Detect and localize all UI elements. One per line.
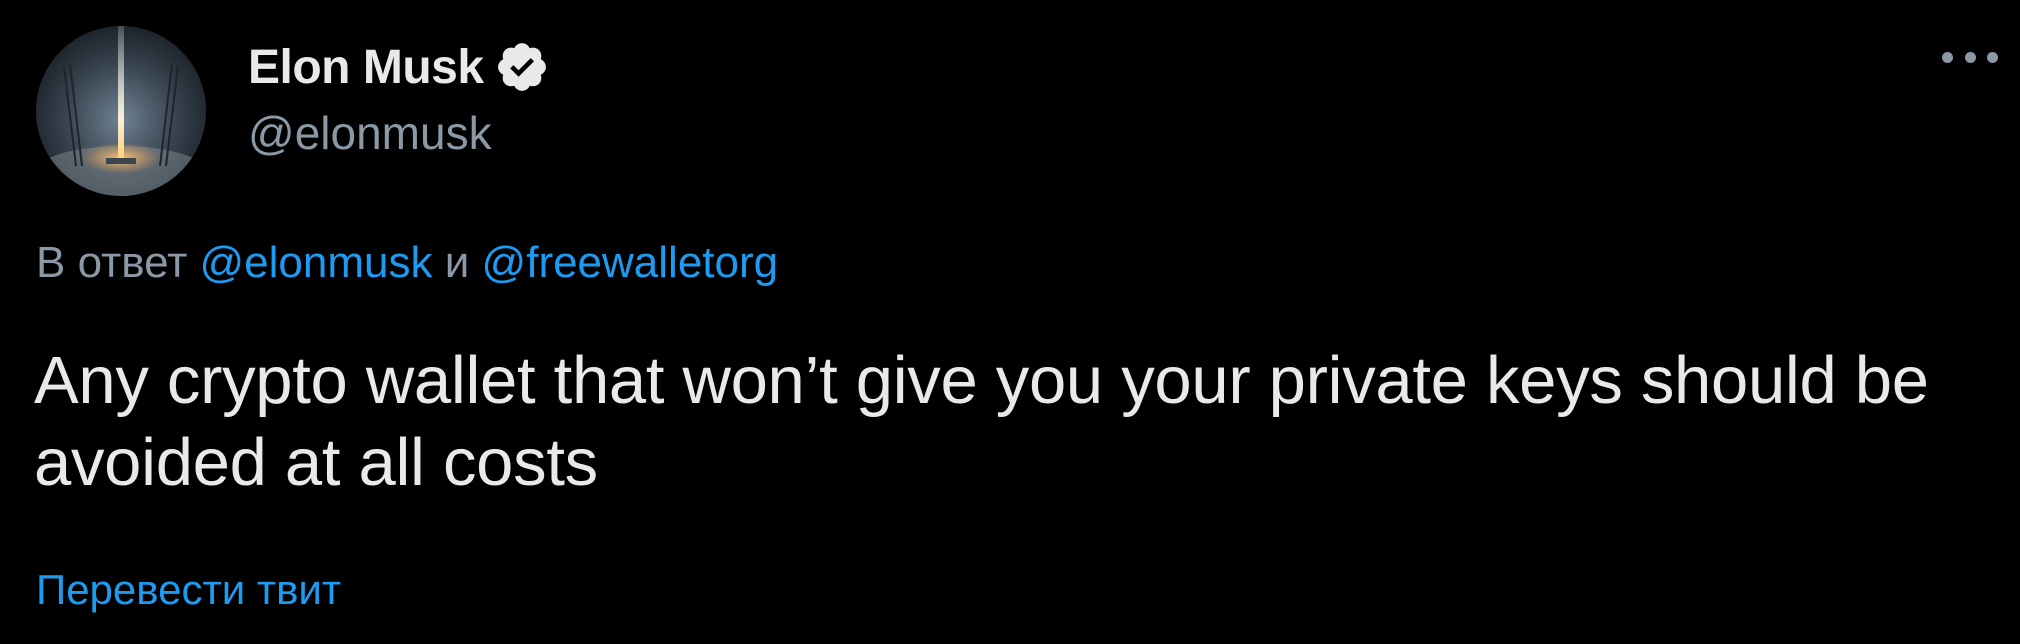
reply-conjunction: и bbox=[444, 238, 470, 287]
dot bbox=[1964, 51, 1976, 63]
more-options-ellipsis-icon[interactable] bbox=[1942, 46, 1998, 68]
translate-tweet-link[interactable]: Перевести твит bbox=[36, 566, 341, 614]
author-names: Elon Musk @elonmusk bbox=[248, 34, 550, 160]
dot bbox=[1987, 51, 1998, 63]
tweet-card: Elon Musk @elonmusk В ответ @elonmusk и … bbox=[0, 0, 2020, 644]
display-name-row: Elon Musk bbox=[248, 34, 550, 100]
reply-mention-elonmusk[interactable]: @elonmusk bbox=[200, 238, 433, 287]
reply-mention-freewalletorg[interactable]: @freewalletorg bbox=[482, 238, 779, 287]
tweet-text: Any crypto wallet that won’t give you yo… bbox=[34, 343, 1929, 500]
verified-badge-icon bbox=[494, 39, 550, 95]
dot bbox=[1942, 51, 1953, 63]
avatar-rocket-launch-image bbox=[36, 26, 206, 196]
reply-prefix: В ответ bbox=[36, 238, 188, 287]
display-name[interactable]: Elon Musk bbox=[248, 40, 484, 95]
avatar[interactable] bbox=[36, 26, 206, 196]
user-handle[interactable]: @elonmusk bbox=[248, 106, 550, 160]
reply-context: В ответ @elonmusk и @freewalletorg bbox=[36, 238, 778, 288]
tweet-header: Elon Musk @elonmusk bbox=[36, 26, 550, 196]
